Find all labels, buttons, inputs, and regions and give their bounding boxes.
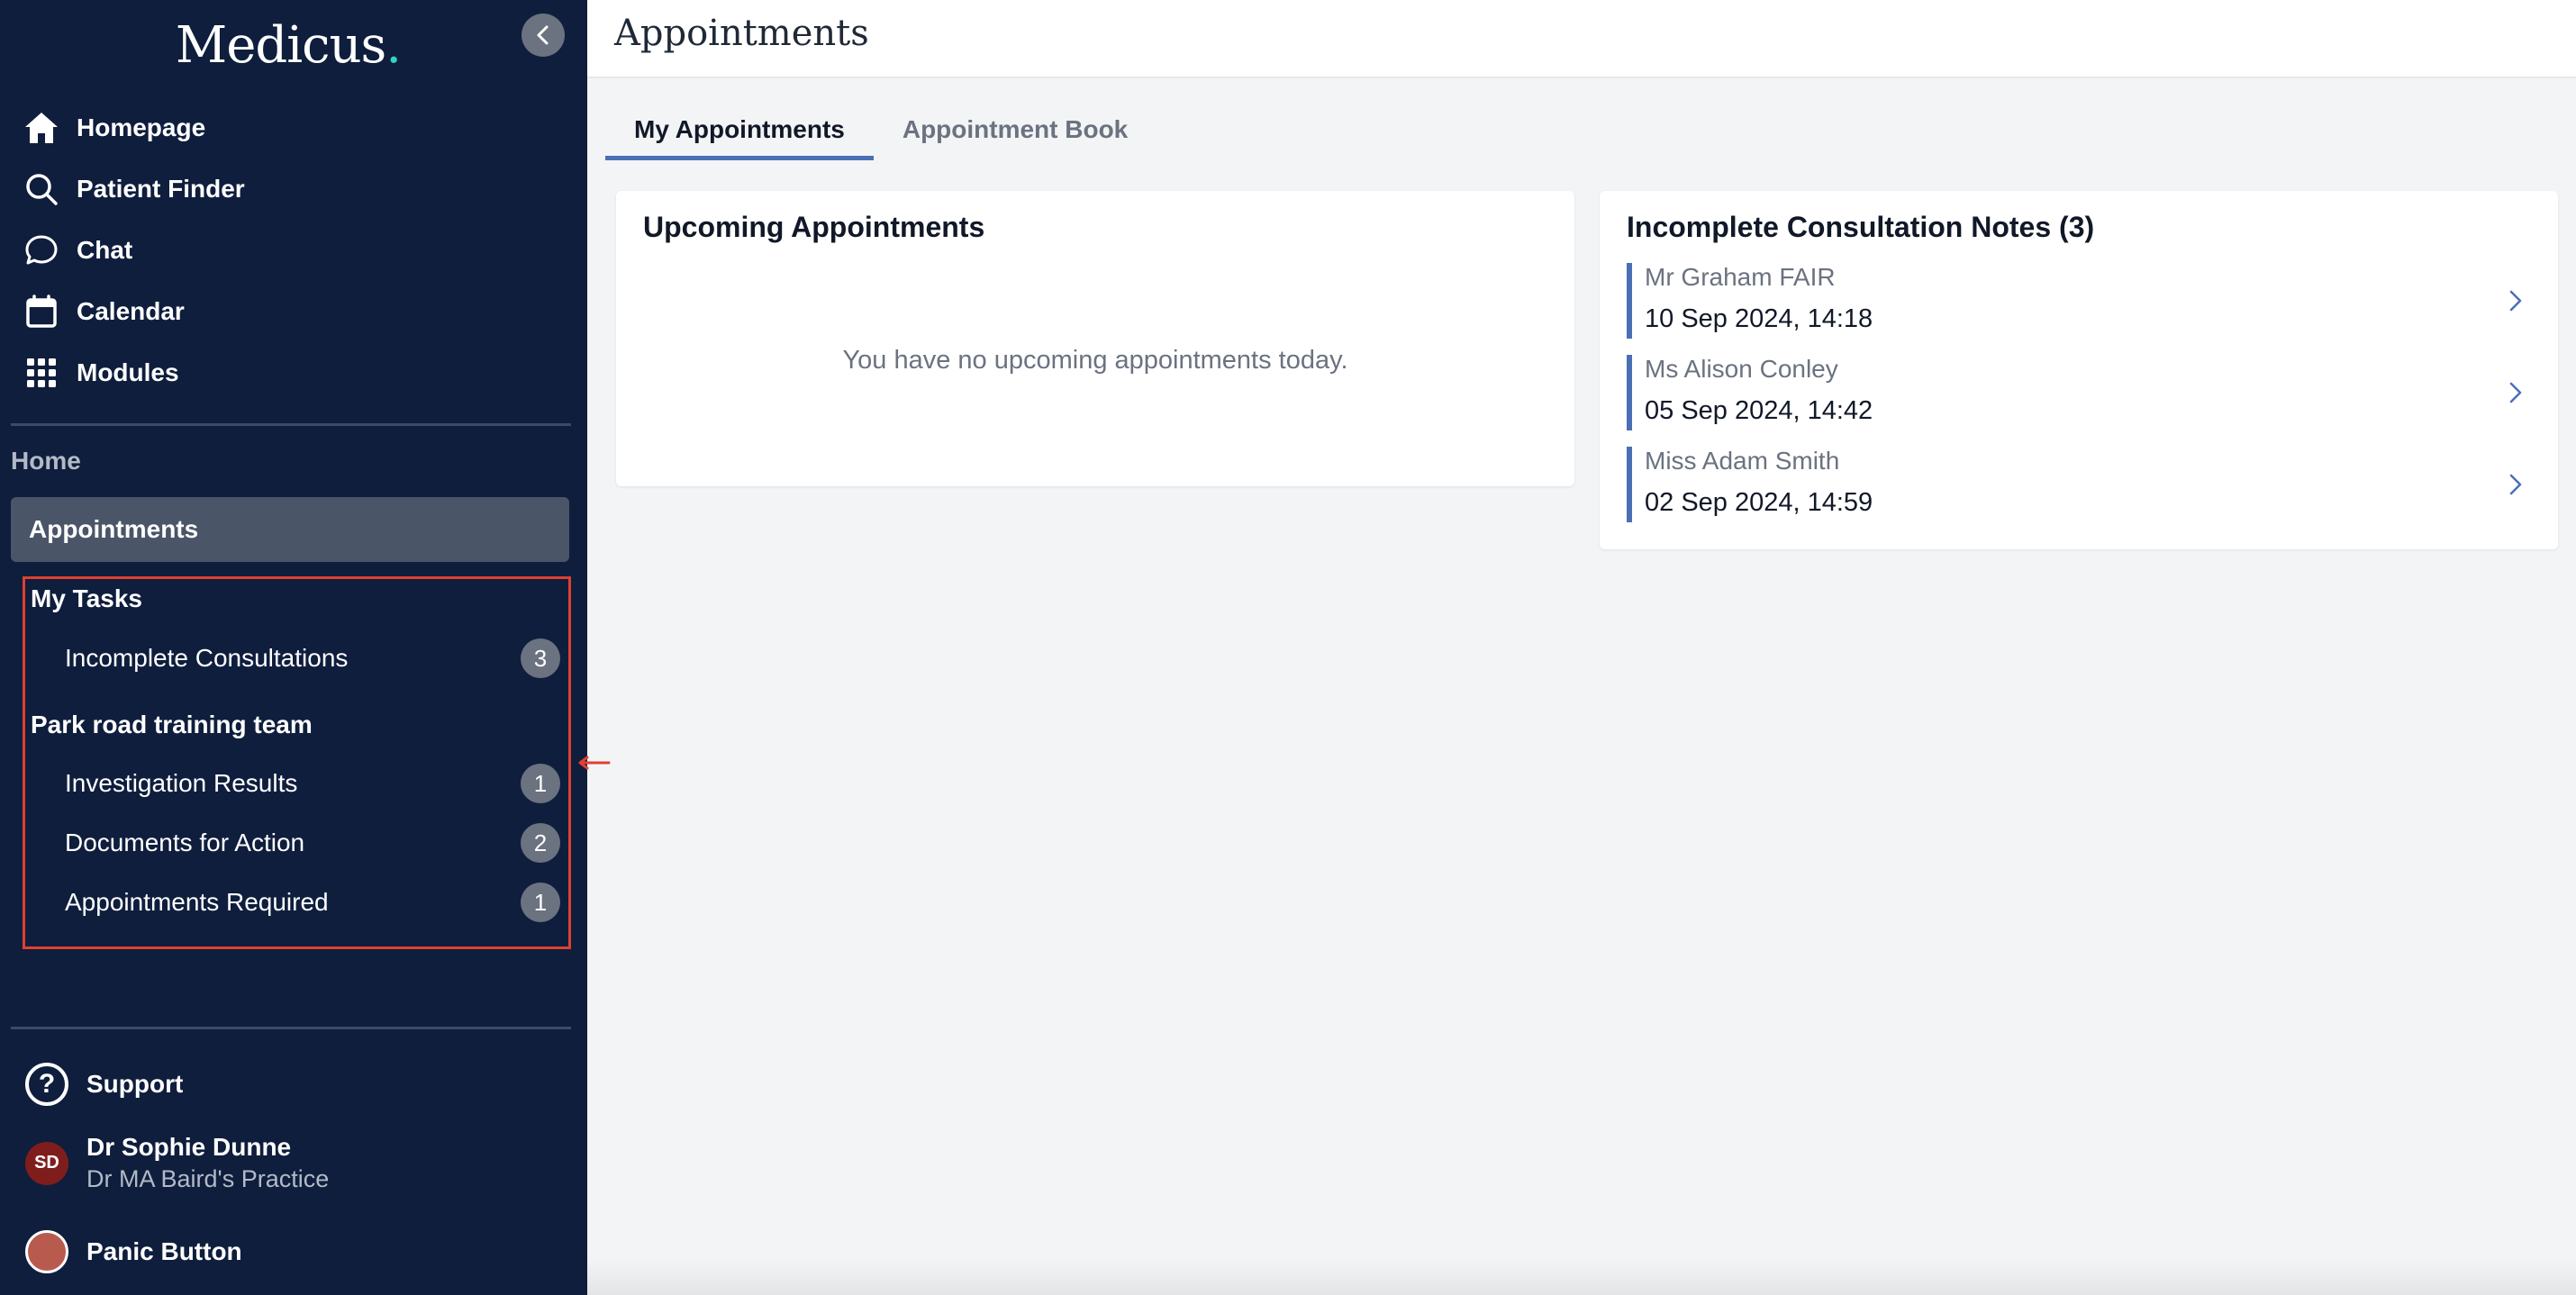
task-appointments-required[interactable]: Appointments Required 1 <box>65 883 560 922</box>
nav-calendar[interactable]: Calendar <box>22 281 562 342</box>
nav-calendar-label: Calendar <box>77 297 185 325</box>
grid-icon <box>22 353 61 393</box>
note-item[interactable]: Miss Adam Smith 02 Sep 2024, 14:59 <box>1627 447 2527 522</box>
nav-chat-label: Chat <box>77 236 133 264</box>
task-label: Appointments Required <box>65 888 329 916</box>
empty-state-message: You have no upcoming appointments today. <box>842 346 1348 375</box>
nav-modules-label: Modules <box>77 358 179 386</box>
nav-chat[interactable]: Chat <box>22 220 562 281</box>
upcoming-appointments-card: Upcoming Appointments You have no upcomi… <box>616 191 1574 486</box>
task-incomplete-consultations[interactable]: Incomplete Consultations 3 <box>65 638 560 678</box>
avatar: SD <box>25 1141 68 1185</box>
card-title: Upcoming Appointments <box>643 211 985 243</box>
user-info: Dr Sophie Dunne Dr MA Baird's Practice <box>86 1133 329 1193</box>
chat-icon <box>22 231 61 270</box>
help-icon: ? <box>25 1063 68 1106</box>
count-badge: 2 <box>521 823 560 863</box>
nav-homepage[interactable]: Homepage <box>22 97 562 158</box>
count-badge: 1 <box>521 883 560 922</box>
panic-label: Panic Button <box>86 1237 242 1265</box>
note-patient-name: Mr Graham FAIR <box>1645 263 1836 291</box>
section-label-home[interactable]: Home <box>11 447 81 475</box>
panic-icon <box>25 1230 68 1273</box>
note-date: 05 Sep 2024, 14:42 <box>1645 396 1873 425</box>
chevron-left-icon <box>537 25 549 45</box>
chevron-right-icon <box>2509 290 2522 312</box>
nav-patient-finder[interactable]: Patient Finder <box>22 158 562 220</box>
bottom-shade <box>587 1259 2576 1295</box>
task-label: Documents for Action <box>65 829 305 856</box>
main-nav: Homepage Patient Finder Chat Calendar Mo… <box>22 97 562 403</box>
tab-bar: My Appointments Appointment Book <box>605 106 1156 160</box>
arrow-left-icon <box>578 756 611 770</box>
page-header: Appointments <box>587 0 2576 78</box>
card-title: Incomplete Consultation Notes (3) <box>1627 211 2095 243</box>
chevron-right-icon <box>2509 474 2522 495</box>
sidebar: Medicus. Homepage Patient Finder Chat Ca… <box>0 0 587 1295</box>
nav-patient-finder-label: Patient Finder <box>77 175 245 203</box>
search-icon <box>22 169 61 209</box>
nav-modules[interactable]: Modules <box>22 342 562 403</box>
panic-button[interactable]: Panic Button <box>25 1230 242 1273</box>
tasks-highlight-box: My Tasks Incomplete Consultations 3 Park… <box>23 576 571 949</box>
home-icon <box>22 108 61 148</box>
note-date: 02 Sep 2024, 14:59 <box>1645 488 1873 517</box>
task-documents-for-action[interactable]: Documents for Action 2 <box>65 823 560 863</box>
task-investigation-results[interactable]: Investigation Results 1 <box>65 764 560 803</box>
tab-appointment-book[interactable]: Appointment Book <box>874 106 1156 160</box>
chevron-right-icon <box>2509 382 2522 403</box>
count-badge: 3 <box>521 638 560 678</box>
task-label: Investigation Results <box>65 769 298 797</box>
note-patient-name: Ms Alison Conley <box>1645 355 1838 383</box>
support-label: Support <box>86 1070 184 1098</box>
calendar-icon <box>22 292 61 331</box>
task-label: Incomplete Consultations <box>65 644 349 672</box>
nav-homepage-label: Homepage <box>77 113 206 141</box>
sidebar-divider <box>11 423 571 426</box>
task-group-my-tasks: My Tasks <box>31 584 142 612</box>
user-profile[interactable]: SD Dr Sophie Dunne Dr MA Baird's Practic… <box>25 1133 329 1193</box>
app-logo[interactable]: Medicus. <box>0 16 576 75</box>
collapse-sidebar-button[interactable] <box>522 14 565 57</box>
sidebar-divider-bottom <box>11 1027 571 1029</box>
page-title: Appointments <box>614 13 869 54</box>
sidebar-item-appointments[interactable]: Appointments <box>11 497 569 562</box>
note-date: 10 Sep 2024, 14:18 <box>1645 304 1873 333</box>
user-practice: Dr MA Baird's Practice <box>86 1165 330 1192</box>
support-link[interactable]: ? Support <box>25 1063 183 1106</box>
task-group-park-road: Park road training team <box>31 711 313 738</box>
note-item[interactable]: Mr Graham FAIR 10 Sep 2024, 14:18 <box>1627 263 2527 339</box>
note-patient-name: Miss Adam Smith <box>1645 447 1840 475</box>
tab-my-appointments[interactable]: My Appointments <box>605 106 874 160</box>
note-item[interactable]: Ms Alison Conley 05 Sep 2024, 14:42 <box>1627 355 2527 430</box>
count-badge: 1 <box>521 764 560 803</box>
user-name: Dr Sophie Dunne <box>86 1133 292 1161</box>
